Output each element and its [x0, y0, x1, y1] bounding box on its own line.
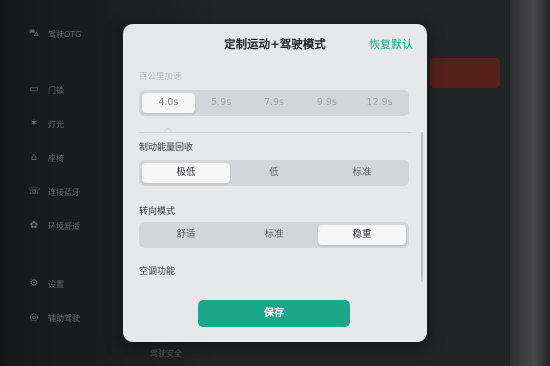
section-divider [139, 132, 411, 133]
save-button[interactable]: 保存 [198, 300, 350, 327]
steering-selector: 舒适 标准 稳重 [139, 222, 409, 248]
acceleration-selector: 4.0s 5.9s 7.9s 9.9s 12.9s [139, 90, 409, 116]
reset-default-button[interactable]: 恢复默认 [369, 36, 413, 52]
acceleration-option-4-0s[interactable]: 4.0s [142, 93, 195, 113]
acceleration-option-7-9s[interactable]: 7.9s [248, 93, 301, 113]
acceleration-option-9-9s[interactable]: 9.9s [300, 93, 353, 113]
acceleration-option-5-9s[interactable]: 5.9s [195, 93, 248, 113]
custom-drive-mode-dialog: 定制运动+驾驶模式 恢复默认 百公里加速 4.0s 5.9s 7.9s 9.9s… [123, 24, 427, 342]
regen-label: 制动能量回收 [139, 143, 194, 153]
regen-option-standard[interactable]: 标准 [318, 163, 406, 183]
steering-label: 转向模式 [139, 207, 176, 217]
steering-option-comfort[interactable]: 舒适 [142, 225, 230, 245]
acceleration-option-12-9s[interactable]: 12.9s [353, 93, 406, 113]
dialog-scrollbar[interactable] [421, 132, 423, 282]
scroll-fade [123, 274, 427, 294]
regen-option-low[interactable]: 低 [230, 163, 318, 183]
regen-selector: 极低 低 标准 [139, 160, 409, 186]
steering-option-steady[interactable]: 稳重 [318, 225, 406, 245]
steering-option-standard[interactable]: 标准 [230, 225, 318, 245]
acceleration-label: 百公里加速 [139, 72, 182, 82]
dialog-header: 定制运动+驾驶模式 恢复默认 [123, 24, 427, 64]
regen-option-very-low[interactable]: 极低 [142, 163, 230, 183]
